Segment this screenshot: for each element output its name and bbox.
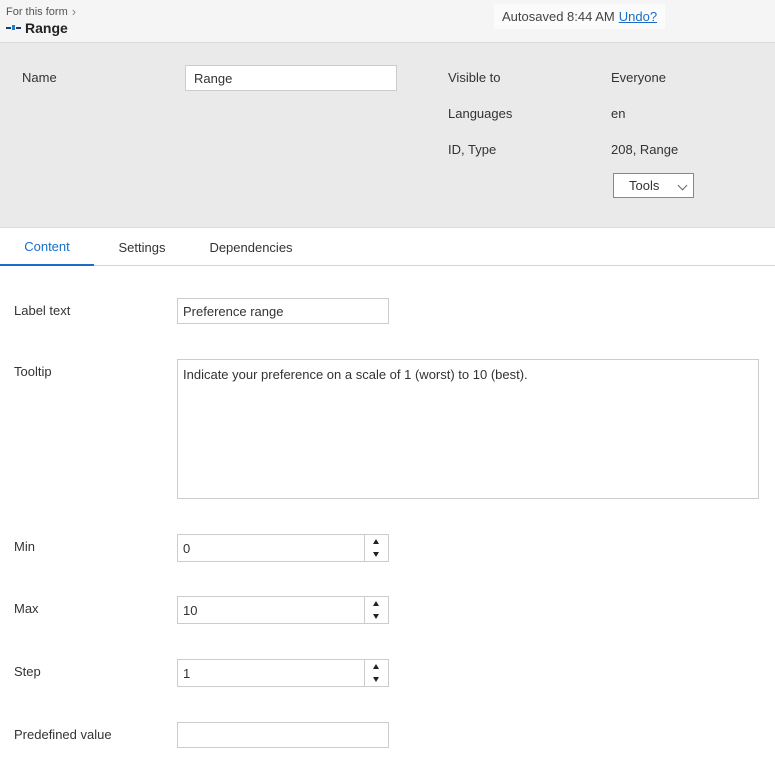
autosave-text: Autosaved 8:44 AM <box>502 9 615 24</box>
id-type-value: 208, Range <box>611 142 679 157</box>
min-stepper <box>177 534 389 562</box>
breadcrumb[interactable]: For this form › <box>6 4 77 19</box>
arrow-up-icon <box>373 601 379 606</box>
page-title: Range <box>25 20 68 36</box>
name-input[interactable] <box>185 65 397 91</box>
visible-to-value: Everyone <box>611 70 666 85</box>
title-line: Range <box>6 20 68 36</box>
undo-link[interactable]: Undo? <box>619 9 657 24</box>
tooltip-textarea[interactable]: Indicate your preference on a scale of 1… <box>177 359 759 499</box>
step-increment-button[interactable] <box>364 660 388 673</box>
predefined-value-input[interactable] <box>177 722 389 748</box>
step-label: Step <box>14 664 41 679</box>
max-label: Max <box>14 601 39 616</box>
breadcrumb-link[interactable]: For this form <box>6 6 68 18</box>
label-text-label: Label text <box>14 303 71 318</box>
step-input[interactable] <box>178 660 365 686</box>
tooltip-label: Tooltip <box>14 364 52 379</box>
step-stepper <box>177 659 389 687</box>
tab-bar: Content Settings Dependencies <box>0 228 775 266</box>
autosave-status: Autosaved 8:44 AM Undo? <box>494 4 666 29</box>
tab-dependencies[interactable]: Dependencies <box>198 228 304 266</box>
arrow-up-icon <box>373 539 379 544</box>
arrow-up-icon <box>373 664 379 669</box>
languages-value: en <box>611 106 626 121</box>
properties-panel: Name Visible to Everyone Languages en ID… <box>0 43 775 228</box>
name-label: Name <box>22 70 57 85</box>
arrow-down-icon <box>373 552 379 557</box>
top-bar: For this form › Range Autosaved 8:44 AM … <box>0 0 775 43</box>
min-decrement-button[interactable] <box>364 548 388 561</box>
visible-to-label: Visible to <box>448 70 501 85</box>
tools-dropdown-button[interactable]: Tools <box>613 173 694 198</box>
tab-settings[interactable]: Settings <box>104 228 180 266</box>
chevron-down-icon <box>677 180 688 191</box>
max-input[interactable] <box>178 597 365 623</box>
tools-label: Tools <box>629 178 660 193</box>
predefined-value-label: Predefined value <box>14 727 112 742</box>
max-increment-button[interactable] <box>364 597 388 610</box>
range-icon <box>6 24 22 32</box>
max-decrement-button[interactable] <box>364 610 388 623</box>
chevron-right-icon: › <box>71 4 77 19</box>
tab-content[interactable]: Content <box>0 228 94 266</box>
min-label: Min <box>14 539 35 554</box>
label-text-input[interactable] <box>177 298 389 324</box>
arrow-down-icon <box>373 614 379 619</box>
max-stepper <box>177 596 389 624</box>
id-type-label: ID, Type <box>448 142 497 157</box>
arrow-down-icon <box>373 677 379 682</box>
min-input[interactable] <box>178 535 365 561</box>
step-decrement-button[interactable] <box>364 673 388 686</box>
min-increment-button[interactable] <box>364 535 388 548</box>
languages-label: Languages <box>448 106 513 121</box>
